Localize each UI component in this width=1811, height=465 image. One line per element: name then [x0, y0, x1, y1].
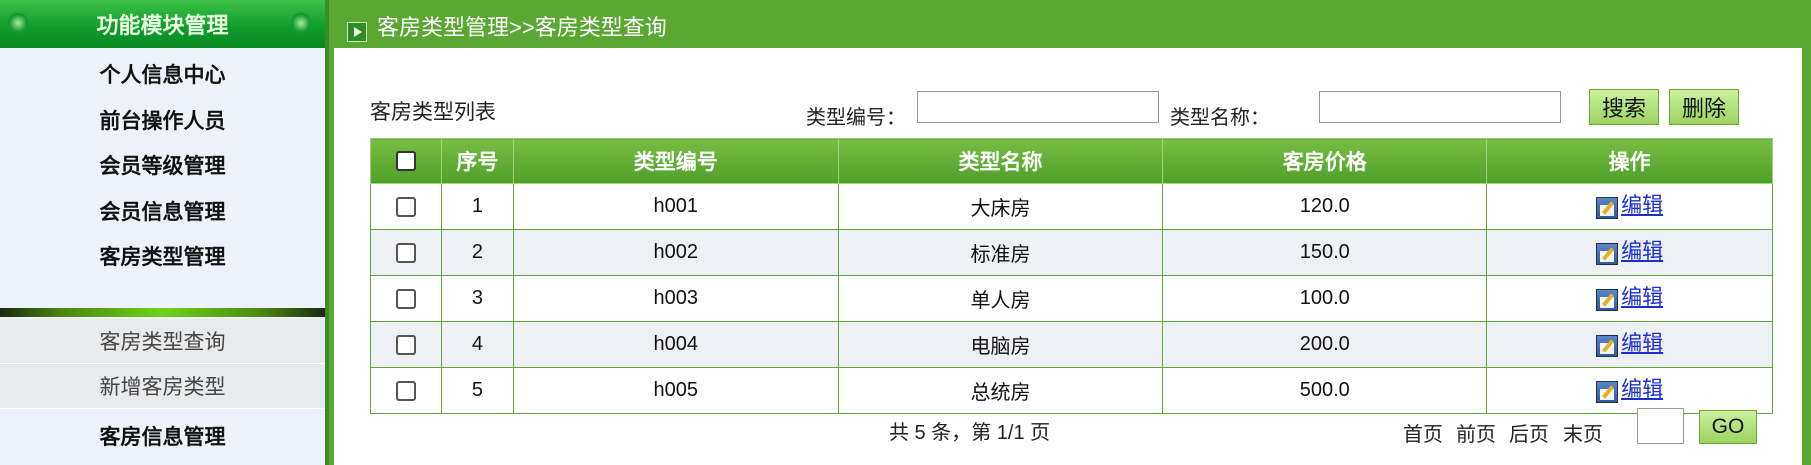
- type-code-input[interactable]: [917, 91, 1159, 123]
- edit-icon[interactable]: [1596, 242, 1619, 265]
- type-name-input[interactable]: [1319, 91, 1561, 123]
- page-number-input[interactable]: [1637, 408, 1684, 444]
- table-row: 4 h004 电脑房 200.0 编辑: [370, 321, 1773, 368]
- edit-link[interactable]: 编辑: [1621, 281, 1663, 311]
- go-button[interactable]: GO: [1699, 410, 1757, 444]
- cell-no: 4: [440, 321, 514, 368]
- sidebar-divider: [325, 0, 329, 465]
- cell-price: 200.0: [1162, 321, 1488, 368]
- cell-code: h001: [512, 183, 839, 230]
- cell-no: 3: [440, 275, 514, 322]
- cell-name: 总统房: [837, 367, 1164, 414]
- cell-code: h005: [512, 367, 839, 414]
- cell-price: 150.0: [1162, 229, 1488, 276]
- search-button[interactable]: 搜索: [1589, 89, 1659, 125]
- delete-button[interactable]: 删除: [1669, 89, 1739, 125]
- row-checkbox[interactable]: [395, 380, 416, 401]
- column-header: 序号: [440, 138, 514, 184]
- bullet-icon: [291, 13, 311, 33]
- cell-no: 1: [440, 183, 514, 230]
- cell-action: 编辑: [1486, 229, 1773, 276]
- column-header: 客房价格: [1162, 138, 1488, 184]
- room-type-table: 序号 类型编号 类型名称 客房价格 操作 1 h001 大床房 120.0 编辑…: [370, 138, 1773, 414]
- cell-price: 120.0: [1162, 183, 1488, 230]
- content-panel: 客房类型列表 类型编号： 类型名称： 搜索 删除 序号 类型编号 类型名称 客房…: [334, 48, 1802, 465]
- cell-action: 编辑: [1486, 183, 1773, 230]
- pager-prev-link[interactable]: 前页: [1456, 418, 1496, 447]
- select-all-checkbox[interactable]: [395, 151, 416, 172]
- sidebar-item-member-info[interactable]: 会员信息管理: [0, 189, 325, 233]
- row-select-cell: [370, 183, 442, 230]
- sidebar-item-personal-info[interactable]: 个人信息中心: [0, 52, 325, 96]
- edit-icon[interactable]: [1596, 196, 1619, 219]
- breadcrumb: 客房类型管理>>客房类型查询: [377, 15, 667, 40]
- cell-no: 2: [440, 229, 514, 276]
- table-header-row: 序号 类型编号 类型名称 客房价格 操作: [370, 138, 1773, 184]
- cell-code: h003: [512, 275, 839, 322]
- cell-action: 编辑: [1486, 275, 1773, 322]
- cell-name: 电脑房: [837, 321, 1164, 368]
- sidebar-item-member-level[interactable]: 会员等级管理: [0, 143, 325, 187]
- row-select-cell: [370, 275, 442, 322]
- pager-next-link[interactable]: 后页: [1509, 418, 1549, 447]
- table-row: 1 h001 大床房 120.0 编辑: [370, 183, 1773, 230]
- sidebar: 功能模块管理 个人信息中心 前台操作人员 会员等级管理 会员信息管理 客房类型管…: [0, 0, 325, 465]
- edit-icon[interactable]: [1596, 380, 1619, 403]
- table-row: 5 h005 总统房 500.0 编辑: [370, 367, 1773, 414]
- pager-first-link[interactable]: 首页: [1403, 418, 1443, 447]
- list-title: 客房类型列表: [370, 101, 496, 124]
- edit-link[interactable]: 编辑: [1621, 189, 1663, 219]
- submenu-item-room-type-query[interactable]: 客房类型查询: [0, 319, 325, 364]
- table-row: 2 h002 标准房 150.0 编辑: [370, 229, 1773, 276]
- cell-name: 标准房: [837, 229, 1164, 276]
- select-all-cell: [370, 138, 442, 184]
- submenu-item-add-room-type[interactable]: 新增客房类型: [0, 364, 325, 409]
- menu-separator: [0, 308, 325, 317]
- sidebar-item-room-type[interactable]: 客房类型管理: [0, 234, 325, 278]
- row-select-cell: [370, 321, 442, 368]
- cell-name: 单人房: [837, 275, 1164, 322]
- column-header: 操作: [1486, 138, 1773, 184]
- cell-action: 编辑: [1486, 367, 1773, 414]
- play-icon: [347, 22, 367, 42]
- sidebar-title: 功能模块管理: [96, 13, 229, 38]
- title-bar: 客房类型管理>>客房类型查询: [329, 0, 1811, 48]
- sidebar-item-room-info[interactable]: 客房信息管理: [0, 414, 325, 458]
- edit-icon[interactable]: [1596, 334, 1619, 357]
- edit-link[interactable]: 编辑: [1621, 235, 1663, 265]
- cell-price: 500.0: [1162, 367, 1488, 414]
- edit-icon[interactable]: [1596, 288, 1619, 311]
- pager-last-link[interactable]: 末页: [1563, 418, 1603, 447]
- edit-link[interactable]: 编辑: [1621, 373, 1663, 403]
- pager-info: 共 5 条，第 1/1 页: [889, 422, 1051, 444]
- cell-price: 100.0: [1162, 275, 1488, 322]
- row-checkbox[interactable]: [395, 196, 416, 217]
- bullet-icon: [8, 13, 28, 33]
- column-header: 类型名称: [837, 138, 1164, 184]
- row-checkbox[interactable]: [395, 334, 416, 355]
- type-name-label: 类型名称：: [1170, 107, 1270, 129]
- cell-code: h002: [512, 229, 839, 276]
- row-select-cell: [370, 367, 442, 414]
- sidebar-header: 功能模块管理: [0, 0, 325, 48]
- row-checkbox[interactable]: [395, 242, 416, 263]
- row-checkbox[interactable]: [395, 288, 416, 309]
- table-row: 3 h003 单人房 100.0 编辑: [370, 275, 1773, 322]
- edit-link[interactable]: 编辑: [1621, 327, 1663, 357]
- row-select-cell: [370, 229, 442, 276]
- type-code-label: 类型编号：: [806, 107, 906, 129]
- cell-name: 大床房: [837, 183, 1164, 230]
- cell-action: 编辑: [1486, 321, 1773, 368]
- cell-code: h004: [512, 321, 839, 368]
- cell-no: 5: [440, 367, 514, 414]
- column-header: 类型编号: [512, 138, 839, 184]
- sidebar-item-front-desk[interactable]: 前台操作人员: [0, 98, 325, 142]
